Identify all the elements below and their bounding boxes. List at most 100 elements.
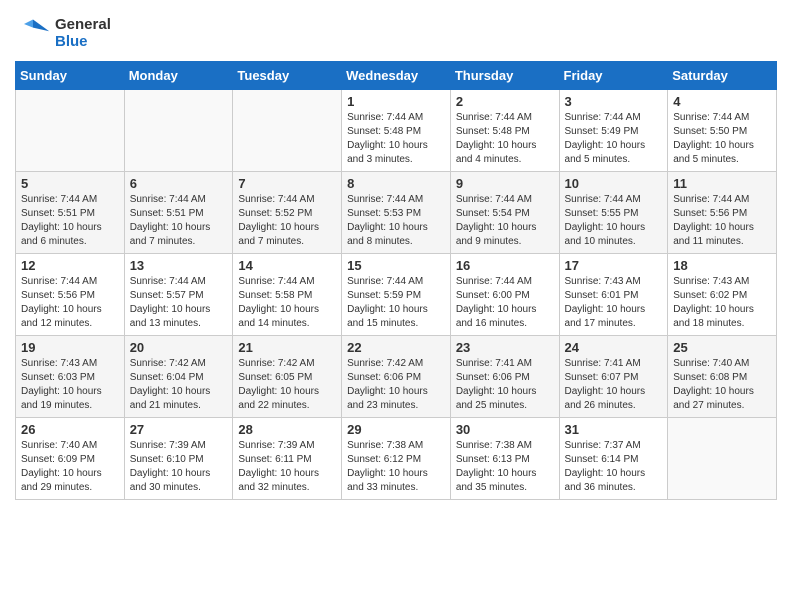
day-number: 11 bbox=[673, 176, 771, 191]
day-info: Sunrise: 7:44 AM Sunset: 5:55 PM Dayligh… bbox=[565, 193, 663, 249]
calendar-cell: 4Sunrise: 7:44 AM Sunset: 5:50 PM Daylig… bbox=[668, 90, 777, 172]
calendar-cell: 29 Sunrise: 7:38 AM Sunset: 6:12 PM Dayli… bbox=[342, 418, 451, 500]
calendar-cell: 26 Sunrise: 7:40 AM Sunset: 6:09 PM Dayli… bbox=[16, 418, 125, 500]
day-info: Sunrise: 7:44 AM Sunset: 5:52 PM Dayligh… bbox=[238, 193, 336, 249]
logo-icon bbox=[15, 15, 51, 51]
calendar-cell: 7 Sunrise: 7:44 AM Sunset: 5:52 PM Daylig… bbox=[233, 172, 342, 254]
day-info: Sunrise: 7:44 AM Sunset: 5:50 PM Dayligh… bbox=[673, 111, 771, 167]
calendar-cell: 5Sunrise: 7:44 AM Sunset: 5:51 PM Daylig… bbox=[16, 172, 125, 254]
day-number: 3 bbox=[565, 94, 663, 109]
day-number: 22 bbox=[347, 340, 445, 355]
calendar-cell: 18 Sunrise: 7:43 AM Sunset: 6:02 PM Dayli… bbox=[668, 254, 777, 336]
calendar-week-row: 1Sunrise: 7:44 AM Sunset: 5:48 PM Daylig… bbox=[16, 90, 777, 172]
day-info: Sunrise: 7:41 AM Sunset: 6:07 PM Dayligh… bbox=[565, 357, 663, 413]
calendar-cell bbox=[668, 418, 777, 500]
day-info: Sunrise: 7:44 AM Sunset: 5:51 PM Dayligh… bbox=[130, 193, 228, 249]
day-info: Sunrise: 7:41 AM Sunset: 6:06 PM Dayligh… bbox=[456, 357, 554, 413]
calendar-cell: 30 Sunrise: 7:38 AM Sunset: 6:13 PM Dayli… bbox=[450, 418, 559, 500]
day-number: 30 bbox=[456, 422, 554, 437]
day-number: 26 bbox=[21, 422, 119, 437]
day-info: Sunrise: 7:43 AM Sunset: 6:03 PM Dayligh… bbox=[21, 357, 119, 413]
calendar-table: SundayMondayTuesdayWednesdayThursdayFrid… bbox=[15, 61, 777, 500]
day-of-week-header: Wednesday bbox=[342, 62, 451, 90]
calendar-cell: 15Sunrise: 7:44 AM Sunset: 5:59 PM Dayli… bbox=[342, 254, 451, 336]
calendar-header-row: SundayMondayTuesdayWednesdayThursdayFrid… bbox=[16, 62, 777, 90]
calendar-cell: 14 Sunrise: 7:44 AM Sunset: 5:58 PM Dayli… bbox=[233, 254, 342, 336]
day-info: Sunrise: 7:42 AM Sunset: 6:06 PM Dayligh… bbox=[347, 357, 445, 413]
day-of-week-header: Sunday bbox=[16, 62, 125, 90]
day-info: Sunrise: 7:42 AM Sunset: 6:04 PM Dayligh… bbox=[130, 357, 228, 413]
day-number: 24 bbox=[565, 340, 663, 355]
day-number: 27 bbox=[130, 422, 228, 437]
calendar-cell: 23 Sunrise: 7:41 AM Sunset: 6:06 PM Dayli… bbox=[450, 336, 559, 418]
day-number: 12 bbox=[21, 258, 119, 273]
day-info: Sunrise: 7:44 AM Sunset: 6:00 PM Dayligh… bbox=[456, 275, 554, 331]
calendar-cell: 22 Sunrise: 7:42 AM Sunset: 6:06 PM Dayli… bbox=[342, 336, 451, 418]
calendar-cell bbox=[233, 90, 342, 172]
day-info: Sunrise: 7:43 AM Sunset: 6:02 PM Dayligh… bbox=[673, 275, 771, 331]
calendar-cell: 21 Sunrise: 7:42 AM Sunset: 6:05 PM Dayli… bbox=[233, 336, 342, 418]
logo-text: General Blue bbox=[55, 16, 111, 50]
calendar-cell: 19 Sunrise: 7:43 AM Sunset: 6:03 PM Dayli… bbox=[16, 336, 125, 418]
calendar-cell: 28 Sunrise: 7:39 AM Sunset: 6:11 PM Dayli… bbox=[233, 418, 342, 500]
day-info: Sunrise: 7:44 AM Sunset: 5:56 PM Dayligh… bbox=[673, 193, 771, 249]
calendar-week-row: 5Sunrise: 7:44 AM Sunset: 5:51 PM Daylig… bbox=[16, 172, 777, 254]
day-info: Sunrise: 7:39 AM Sunset: 6:11 PM Dayligh… bbox=[238, 439, 336, 495]
day-number: 25 bbox=[673, 340, 771, 355]
day-of-week-header: Tuesday bbox=[233, 62, 342, 90]
day-info: Sunrise: 7:44 AM Sunset: 5:57 PM Dayligh… bbox=[130, 275, 228, 331]
day-of-week-header: Saturday bbox=[668, 62, 777, 90]
day-of-week-header: Thursday bbox=[450, 62, 559, 90]
day-info: Sunrise: 7:44 AM Sunset: 5:49 PM Dayligh… bbox=[565, 111, 663, 167]
day-info: Sunrise: 7:44 AM Sunset: 5:56 PM Dayligh… bbox=[21, 275, 119, 331]
page-header: General Blue bbox=[15, 15, 777, 51]
calendar-cell: 12 Sunrise: 7:44 AM Sunset: 5:56 PM Dayli… bbox=[16, 254, 125, 336]
day-number: 31 bbox=[565, 422, 663, 437]
calendar-cell: 3 Sunrise: 7:44 AM Sunset: 5:49 PM Daylig… bbox=[559, 90, 668, 172]
day-number: 16 bbox=[456, 258, 554, 273]
calendar-cell bbox=[124, 90, 233, 172]
day-info: Sunrise: 7:37 AM Sunset: 6:14 PM Dayligh… bbox=[565, 439, 663, 495]
calendar-cell: 8 Sunrise: 7:44 AM Sunset: 5:53 PM Daylig… bbox=[342, 172, 451, 254]
day-info: Sunrise: 7:38 AM Sunset: 6:12 PM Dayligh… bbox=[347, 439, 445, 495]
day-number: 23 bbox=[456, 340, 554, 355]
day-number: 17 bbox=[565, 258, 663, 273]
day-number: 19 bbox=[21, 340, 119, 355]
day-info: Sunrise: 7:44 AM Sunset: 5:58 PM Dayligh… bbox=[238, 275, 336, 331]
day-number: 8 bbox=[347, 176, 445, 191]
day-info: Sunrise: 7:44 AM Sunset: 5:53 PM Dayligh… bbox=[347, 193, 445, 249]
day-number: 9 bbox=[456, 176, 554, 191]
day-number: 14 bbox=[238, 258, 336, 273]
day-info: Sunrise: 7:40 AM Sunset: 6:08 PM Dayligh… bbox=[673, 357, 771, 413]
day-info: Sunrise: 7:42 AM Sunset: 6:05 PM Dayligh… bbox=[238, 357, 336, 413]
day-number: 10 bbox=[565, 176, 663, 191]
day-info: Sunrise: 7:38 AM Sunset: 6:13 PM Dayligh… bbox=[456, 439, 554, 495]
day-info: Sunrise: 7:44 AM Sunset: 5:48 PM Dayligh… bbox=[347, 111, 445, 167]
calendar-cell: 9Sunrise: 7:44 AM Sunset: 5:54 PM Daylig… bbox=[450, 172, 559, 254]
day-number: 7 bbox=[238, 176, 336, 191]
calendar-cell: 11 Sunrise: 7:44 AM Sunset: 5:56 PM Dayli… bbox=[668, 172, 777, 254]
calendar-cell: 27 Sunrise: 7:39 AM Sunset: 6:10 PM Dayli… bbox=[124, 418, 233, 500]
day-info: Sunrise: 7:43 AM Sunset: 6:01 PM Dayligh… bbox=[565, 275, 663, 331]
day-info: Sunrise: 7:44 AM Sunset: 5:48 PM Dayligh… bbox=[456, 111, 554, 167]
calendar-cell: 13Sunrise: 7:44 AM Sunset: 5:57 PM Dayli… bbox=[124, 254, 233, 336]
day-number: 29 bbox=[347, 422, 445, 437]
calendar-week-row: 12 Sunrise: 7:44 AM Sunset: 5:56 PM Dayli… bbox=[16, 254, 777, 336]
day-number: 2 bbox=[456, 94, 554, 109]
day-number: 21 bbox=[238, 340, 336, 355]
calendar-cell: 31 Sunrise: 7:37 AM Sunset: 6:14 PM Dayli… bbox=[559, 418, 668, 500]
day-info: Sunrise: 7:44 AM Sunset: 5:51 PM Dayligh… bbox=[21, 193, 119, 249]
day-number: 28 bbox=[238, 422, 336, 437]
calendar-cell bbox=[16, 90, 125, 172]
day-number: 15 bbox=[347, 258, 445, 273]
day-of-week-header: Monday bbox=[124, 62, 233, 90]
calendar-cell: 2 Sunrise: 7:44 AM Sunset: 5:48 PM Daylig… bbox=[450, 90, 559, 172]
day-number: 6 bbox=[130, 176, 228, 191]
day-info: Sunrise: 7:39 AM Sunset: 6:10 PM Dayligh… bbox=[130, 439, 228, 495]
calendar-cell: 6 Sunrise: 7:44 AM Sunset: 5:51 PM Daylig… bbox=[124, 172, 233, 254]
calendar-week-row: 26 Sunrise: 7:40 AM Sunset: 6:09 PM Dayli… bbox=[16, 418, 777, 500]
day-number: 18 bbox=[673, 258, 771, 273]
calendar-week-row: 19 Sunrise: 7:43 AM Sunset: 6:03 PM Dayli… bbox=[16, 336, 777, 418]
day-info: Sunrise: 7:40 AM Sunset: 6:09 PM Dayligh… bbox=[21, 439, 119, 495]
calendar-cell: 25 Sunrise: 7:40 AM Sunset: 6:08 PM Dayli… bbox=[668, 336, 777, 418]
